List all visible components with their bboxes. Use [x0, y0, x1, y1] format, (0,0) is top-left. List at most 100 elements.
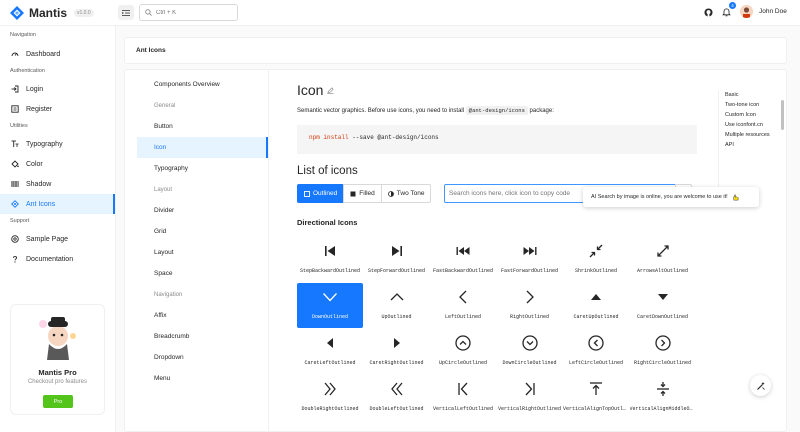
- sidebar: Navigation Dashboard Authentication Logi…: [0, 26, 116, 432]
- anchor-link[interactable]: Use iconfont.cn: [719, 120, 771, 130]
- up-icon: [389, 289, 405, 305]
- component-nav-item[interactable]: Dropdown: [137, 347, 268, 368]
- icon-cell[interactable]: LeftOutlined: [430, 283, 496, 328]
- doc-title: Icon: [297, 82, 334, 98]
- icon-cell[interactable]: VerticalAlignMiddleOutlined: [630, 375, 696, 420]
- notification-button[interactable]: 4: [718, 4, 735, 21]
- icon-cell[interactable]: FastForwardOutlined: [497, 237, 563, 282]
- icon-cell[interactable]: FastBackwardOutlined: [430, 237, 496, 282]
- icon-name-label: DownOutlined: [312, 314, 348, 320]
- sidebar-item-sample-page[interactable]: Sample Page: [0, 229, 115, 249]
- icon-cell[interactable]: CaretDownOutlined: [630, 283, 696, 328]
- component-nav-item[interactable]: Grid: [137, 221, 268, 242]
- component-nav-item[interactable]: Divider: [137, 200, 268, 221]
- icon-name-label: StepBackwardOutlined: [300, 268, 360, 274]
- component-nav-item[interactable]: Button: [137, 116, 268, 137]
- global-search[interactable]: [139, 4, 238, 21]
- sidebar-item-dashboard[interactable]: Dashboard: [0, 44, 115, 64]
- fast-forward-icon: [522, 243, 538, 259]
- icon-name-label: DoubleRightOutlined: [301, 406, 358, 412]
- segment-outlined[interactable]: Outlined: [297, 184, 344, 203]
- github-button[interactable]: [700, 4, 717, 21]
- caret-right-icon: [389, 335, 405, 351]
- menu-toggle-button[interactable]: [118, 5, 134, 20]
- sidebar-item-register[interactable]: Register: [0, 99, 115, 119]
- pro-button[interactable]: Pro: [43, 395, 73, 408]
- component-nav-item[interactable]: Affix: [137, 305, 268, 326]
- icon-cell[interactable]: RightOutlined: [497, 283, 563, 328]
- search-icon: [145, 9, 152, 16]
- anchor-link[interactable]: API: [719, 140, 771, 150]
- component-nav-item[interactable]: Typography: [137, 158, 268, 179]
- global-search-input[interactable]: [156, 10, 236, 16]
- sidebar-item-documentation[interactable]: Documentation: [0, 249, 115, 269]
- scrollbar-thumb[interactable]: [781, 100, 784, 130]
- mantis-logo-icon: [10, 6, 24, 20]
- top-header: Mantis v1.0.0 4 John Doe: [0, 0, 800, 26]
- icon-cell[interactable]: DownOutlined: [297, 283, 363, 328]
- bg-colors-icon: [11, 160, 19, 168]
- icon-cell[interactable]: ArrowsAltOutlined: [630, 237, 696, 282]
- icon-name-label: VerticalAlignTopOutlined: [563, 406, 629, 412]
- ai-assist-fab[interactable]: [750, 375, 771, 396]
- sidebar-item-login[interactable]: Login: [0, 79, 115, 99]
- icon-cell[interactable]: CaretUpOutlined: [563, 283, 629, 328]
- icon-name-label: UpCircleOutlined: [439, 360, 487, 366]
- icon-cell[interactable]: VerticalRightOutlined: [497, 375, 563, 420]
- icon-cell[interactable]: RightCircleOutlined: [630, 329, 696, 374]
- icon-name-label: StepForwardOutlined: [368, 268, 425, 274]
- icon-cell[interactable]: UpCircleOutlined: [430, 329, 496, 374]
- icon-name-label: CaretLeftOutlined: [304, 360, 355, 366]
- icon-cell[interactable]: LeftCircleOutlined: [563, 329, 629, 374]
- anchor-link[interactable]: Custom Icon: [719, 110, 771, 120]
- icon-cell[interactable]: DownCircleOutlined: [497, 329, 563, 374]
- icon-cell[interactable]: DoubleLeftOutlined: [364, 375, 430, 420]
- edit-icon[interactable]: [327, 87, 334, 94]
- icon-cell[interactable]: CaretRightOutlined: [364, 329, 430, 374]
- segment-label: Outlined: [313, 190, 337, 197]
- sidebar-item-color[interactable]: Color: [0, 154, 115, 174]
- anchor-scrollbar[interactable]: [781, 90, 784, 180]
- user-name[interactable]: John Doe: [759, 8, 787, 15]
- icon-cell[interactable]: StepForwardOutlined: [364, 237, 430, 282]
- icon-name-label: CaretUpOutlined: [573, 314, 618, 320]
- filled-icon: [350, 191, 356, 197]
- app-logo[interactable]: Mantis v1.0.0: [10, 6, 94, 20]
- sidebar-item-shadow[interactable]: Shadow: [0, 174, 115, 194]
- icon-name-label: ArrowsAltOutlined: [637, 268, 688, 274]
- segment-two-tone[interactable]: Two Tone: [381, 184, 432, 203]
- icon-cell[interactable]: VerticalLeftOutlined: [430, 375, 496, 420]
- right-circle-icon: [655, 335, 671, 351]
- main-content: Ant Icons Components OverviewGeneralButt…: [116, 26, 800, 432]
- component-nav-item[interactable]: Space: [137, 263, 268, 284]
- anchor-link[interactable]: Basic: [719, 90, 771, 100]
- vertical-left-icon: [455, 381, 471, 397]
- icon-cell[interactable]: VerticalAlignTopOutlined: [563, 375, 629, 420]
- sidebar-item-ant-icons[interactable]: Ant Icons: [0, 194, 115, 214]
- font-size-icon: [11, 140, 19, 148]
- icon-cell[interactable]: ShrinkOutlined: [563, 237, 629, 282]
- component-nav-item[interactable]: Icon: [137, 137, 268, 158]
- anchor-link[interactable]: Two-tone icon: [719, 100, 771, 110]
- vertical-align-top-icon: [588, 381, 604, 397]
- component-nav-item[interactable]: Layout: [137, 242, 268, 263]
- vertical-right-icon: [522, 381, 538, 397]
- icon-cell[interactable]: DoubleRightOutlined: [297, 375, 363, 420]
- sidebar-item-typography[interactable]: Typography: [0, 134, 115, 154]
- icon-cell[interactable]: CaretLeftOutlined: [297, 329, 363, 374]
- component-nav-item[interactable]: Menu: [137, 368, 268, 389]
- icon-cell[interactable]: UpOutlined: [364, 283, 430, 328]
- nav-group-label: Authentication: [0, 65, 115, 77]
- doc-description: Semantic vector graphics. Before use ico…: [297, 107, 554, 114]
- avatar[interactable]: [740, 5, 753, 18]
- component-nav-item[interactable]: Components Overview: [137, 74, 268, 95]
- sidebar-item-label: Sample Page: [26, 236, 68, 243]
- code-command: npm install: [309, 134, 349, 141]
- segment-filled[interactable]: Filled: [343, 184, 382, 203]
- install-code-block: npm install --save @ant-design/icons: [297, 125, 697, 154]
- anchor-link[interactable]: Multiple resources: [719, 130, 771, 140]
- component-nav-item[interactable]: Breadcrumb: [137, 326, 268, 347]
- icon-cell[interactable]: StepBackwardOutlined: [297, 237, 363, 282]
- outlined-icon: [304, 191, 310, 197]
- segment-label: Filled: [359, 190, 375, 197]
